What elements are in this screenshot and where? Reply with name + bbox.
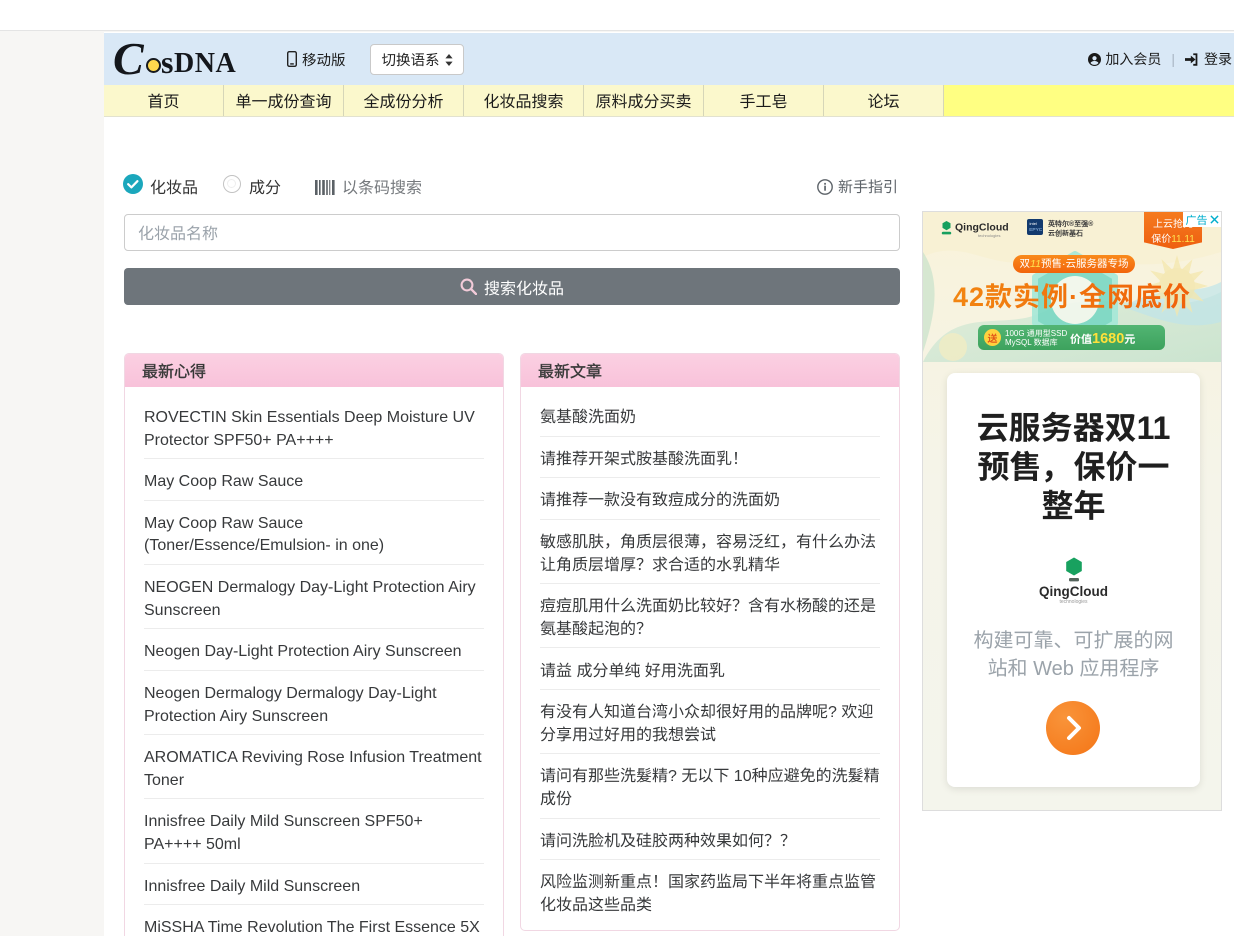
svg-text:QingCloud: QingCloud [955,222,1009,234]
svg-text:intel: intel [1030,221,1037,226]
svg-text:technologies: technologies [978,233,1000,238]
svg-text:云创新基石: 云创新基石 [1048,229,1083,239]
svg-text:英特尔®至强®: 英特尔®至强® [1047,219,1094,229]
svg-text:EPYC: EPYC [1029,227,1043,233]
